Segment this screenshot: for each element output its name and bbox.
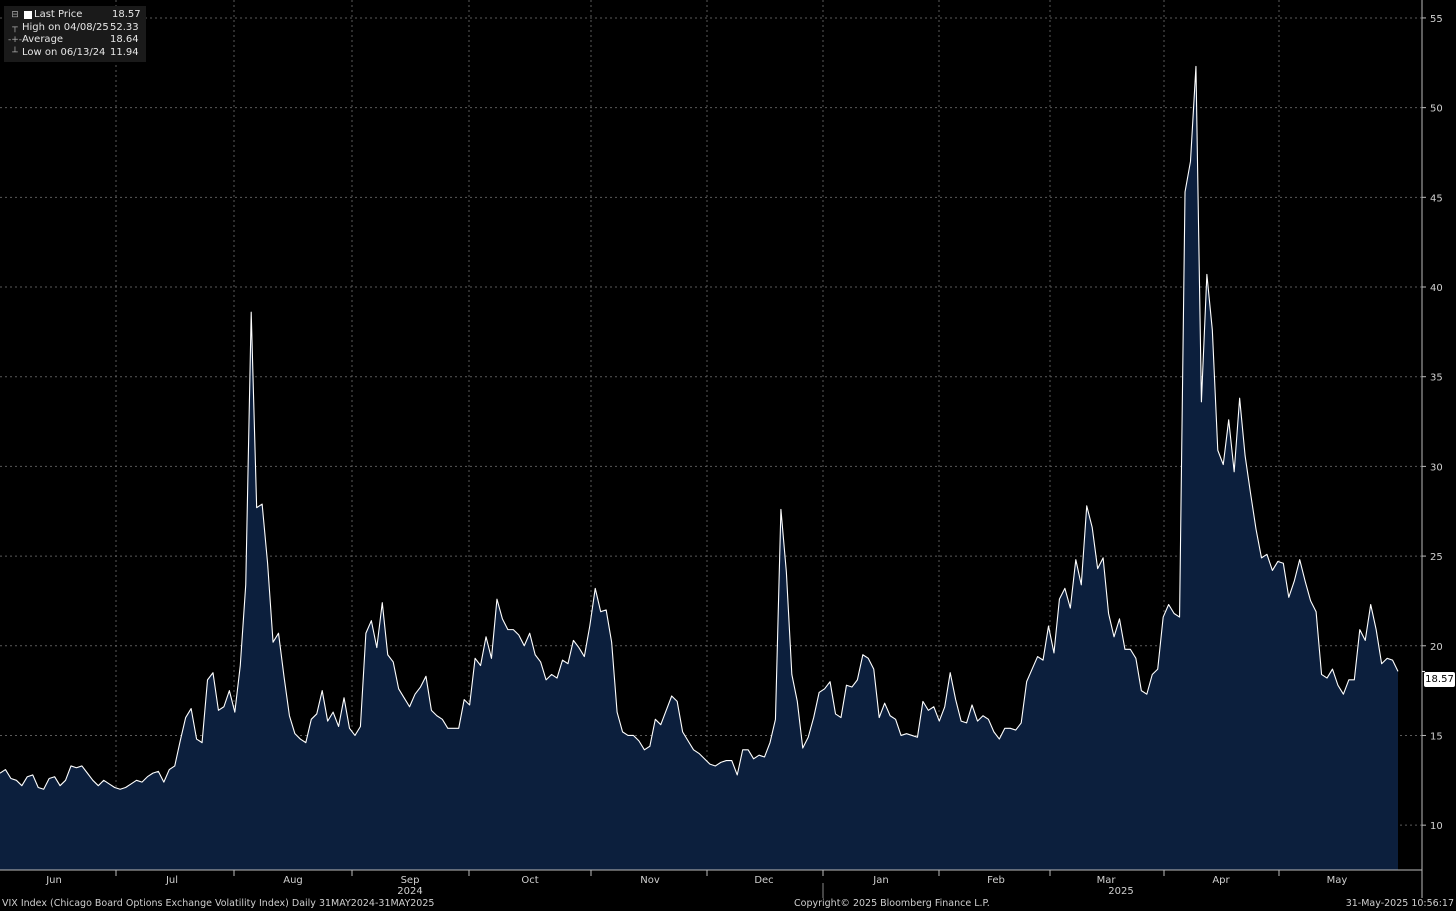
legend: ⊟ Last Price 18.57 ┬ High on 04/08/25 52… [4, 6, 146, 62]
legend-value: 18.64 [110, 34, 139, 45]
legend-value: 52.33 [110, 21, 139, 33]
y-tick-label: 55 [1430, 14, 1443, 25]
last-price-badge: 18.57 [1424, 672, 1455, 687]
x-tick-label: Jul [165, 875, 178, 886]
x-tick-label: Dec [754, 875, 773, 886]
footer-timestamp: 31-May-2025 10:56:17 [1345, 898, 1454, 909]
x-tick-label: May [1327, 875, 1348, 886]
y-tick-label: 40 [1430, 283, 1443, 294]
legend-label: Average [22, 34, 64, 45]
legend-row-high: ┬ High on 04/08/25 52.33 [8, 22, 140, 35]
x-tick-label: Jan [872, 875, 888, 886]
average-marker-icon: -+- [8, 35, 23, 45]
legend-value: 18.57 [112, 9, 141, 20]
x-year-label: 2024 [397, 886, 422, 897]
legend-swatch [24, 11, 32, 20]
x-tick-label: Aug [283, 875, 303, 886]
y-tick-label: 45 [1430, 193, 1443, 204]
x-tick-label: Apr [1212, 875, 1230, 886]
x-tick-label: Feb [987, 875, 1005, 886]
vix-area-chart: 10152025303540455055 Jun Jul Aug Sep Oct Nov D… [0, 0, 1443, 898]
y-tick-label: 15 [1430, 731, 1443, 742]
legend-label: Low on 06/13/24 [22, 46, 106, 58]
x-tick-label: Oct [521, 875, 538, 886]
y-tick-label: 10 [1430, 821, 1443, 832]
legend-label: High on 04/08/25 [22, 21, 109, 33]
footer-copyright: Copyright© 2025 Bloomberg Finance L.P. [794, 898, 990, 909]
legend-row-low: ┴ Low on 06/13/24 11.94 [8, 47, 140, 60]
square-swatch-icon: ⊟ [11, 10, 19, 20]
x-tick-label: Sep [401, 875, 420, 886]
legend-value: 11.94 [110, 46, 139, 58]
y-tick-label: 50 [1430, 104, 1443, 115]
low-marker-icon: ┴ [12, 47, 18, 58]
y-tick-label: 25 [1430, 552, 1443, 563]
x-axis: Jun Jul Aug Sep Oct Nov Dec Jan Feb Mar Apr May 2024… [0, 869, 1422, 898]
y-axis: 10 15 20 25 30 35 40 45 50 55 [1421, 0, 1443, 898]
x-tick-label: Jun [45, 875, 62, 886]
legend-row-average: -+- Average 18.64 [8, 34, 140, 47]
legend-label: Last Price [34, 9, 83, 20]
y-tick-label: 30 [1430, 462, 1443, 473]
x-year-label: 2025 [1108, 886, 1133, 897]
x-tick-label: Mar [1097, 875, 1117, 886]
legend-row-last-price: ⊟ Last Price 18.57 [8, 9, 140, 22]
x-tick-label: Nov [640, 875, 660, 886]
footer-series-info: VIX Index (Chicago Board Options Exchang… [2, 898, 435, 909]
y-tick-label: 35 [1430, 373, 1443, 384]
high-marker-icon: ┬ [12, 22, 18, 33]
y-tick-label: 20 [1430, 642, 1443, 653]
